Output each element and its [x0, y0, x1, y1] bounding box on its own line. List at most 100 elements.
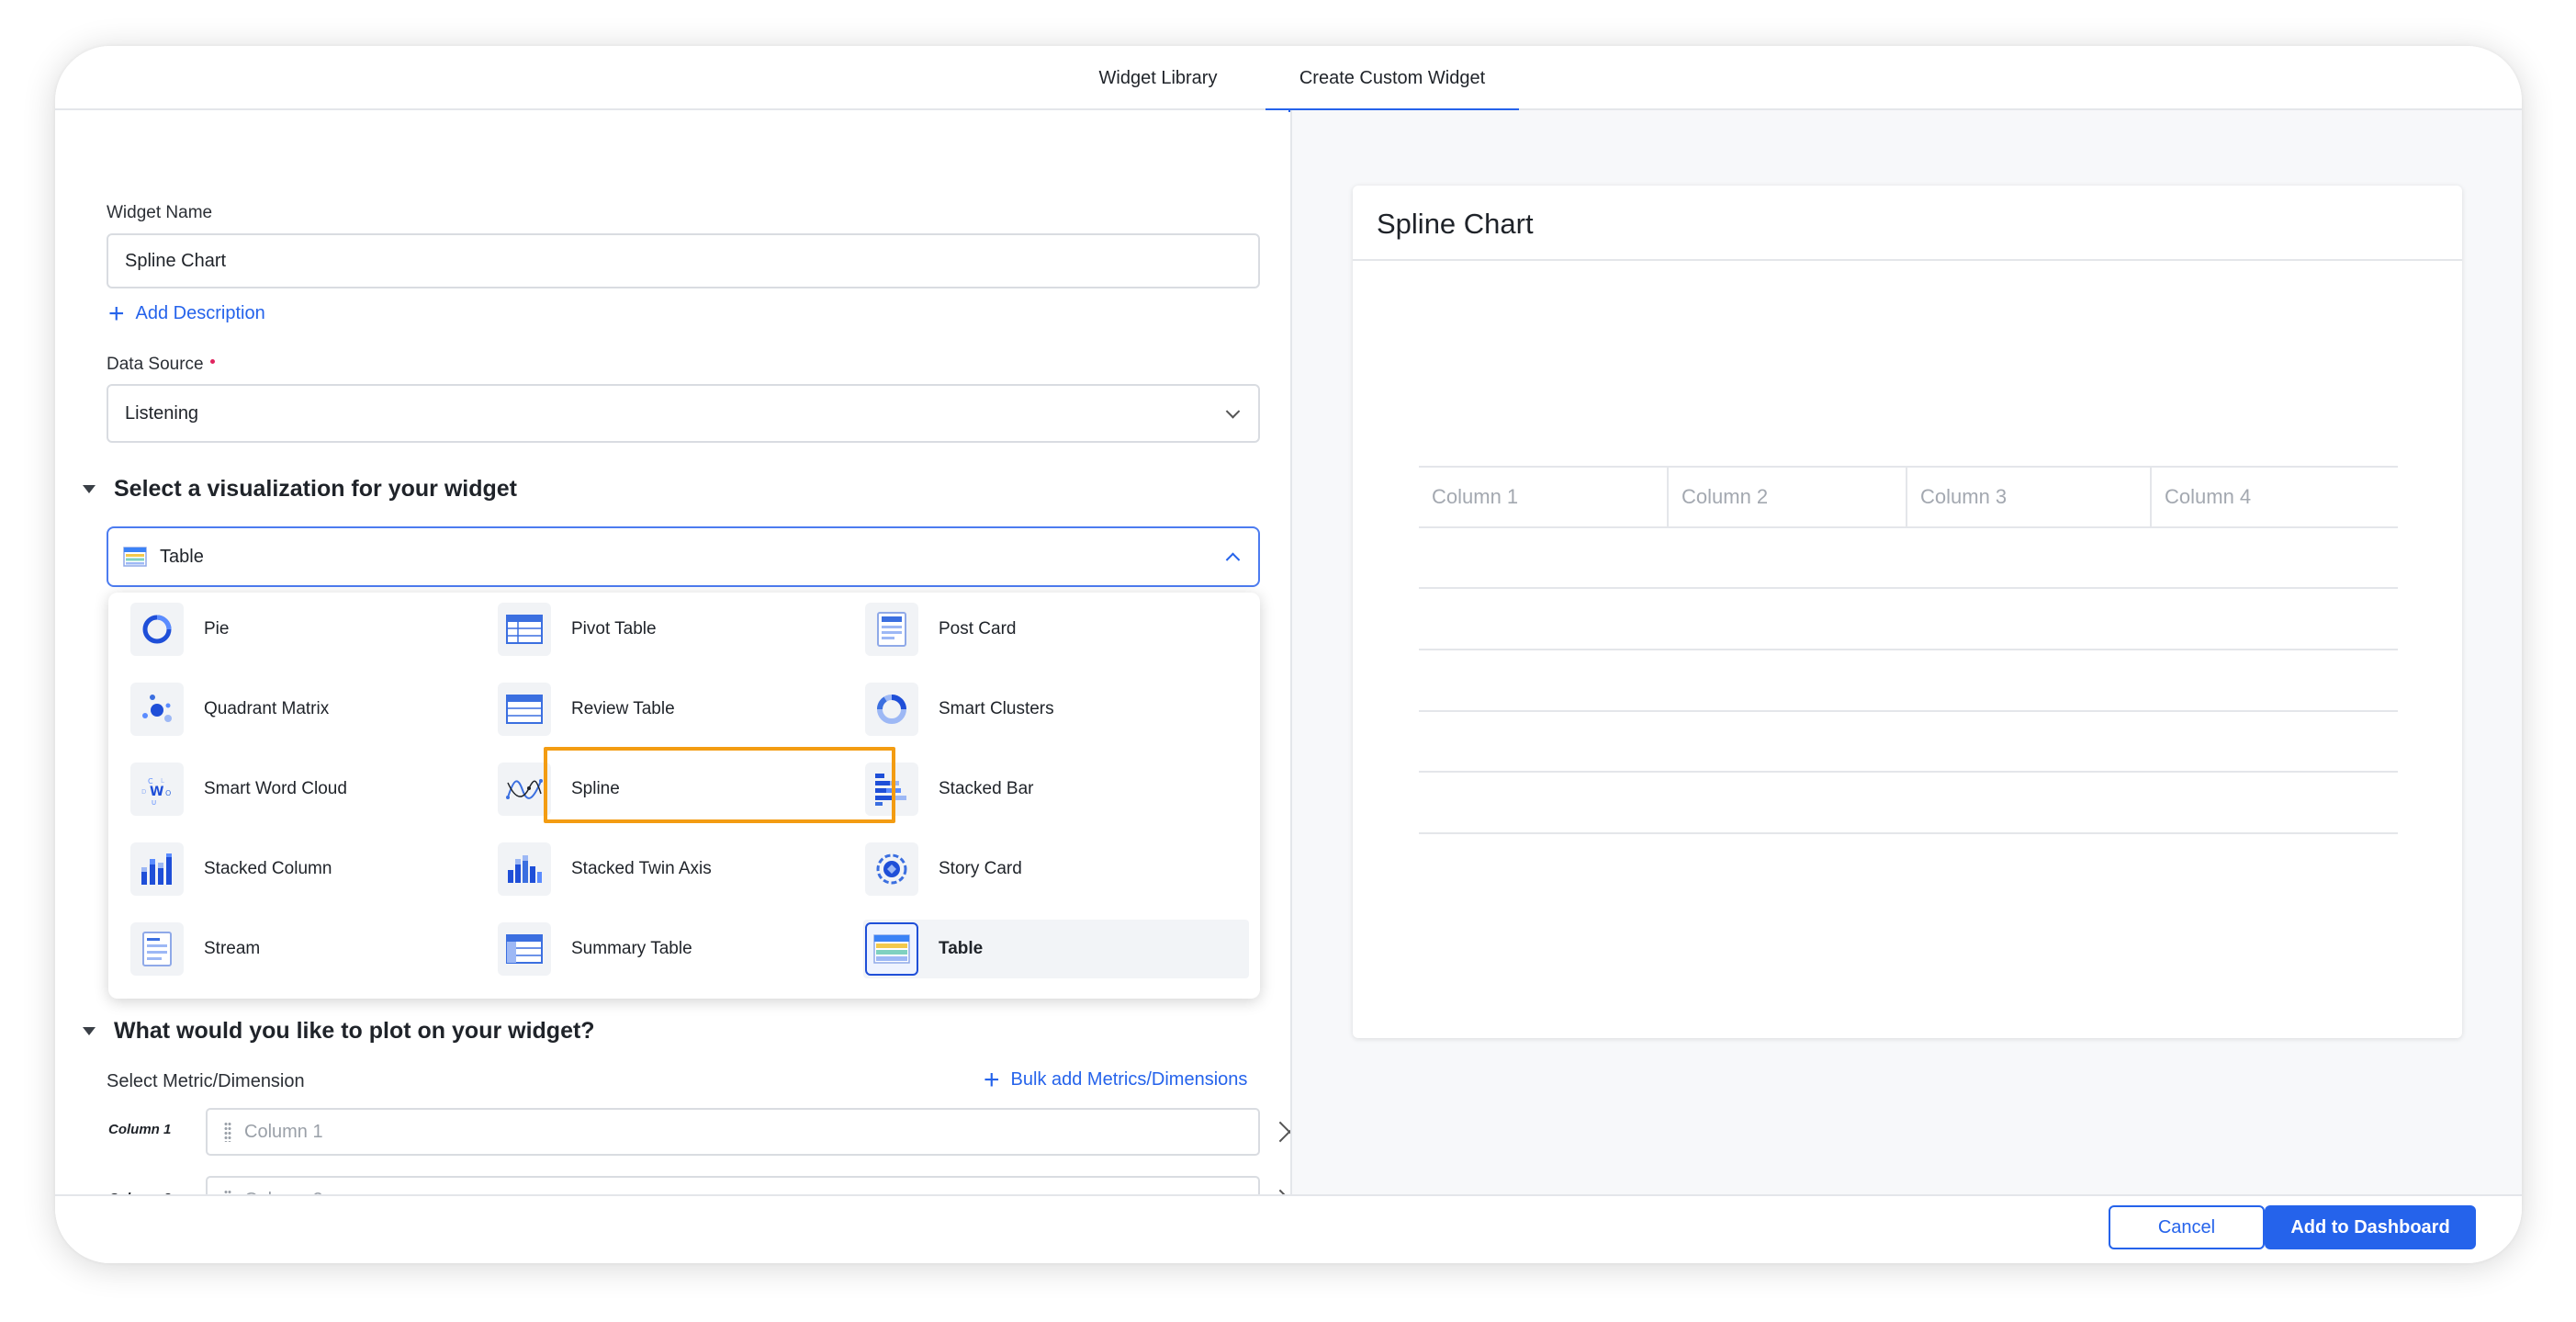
- viz-option-label: Stream: [204, 939, 261, 958]
- plot-section-title: What would you like to plot on your widg…: [114, 1018, 595, 1044]
- column-1-input[interactable]: Column 1: [206, 1108, 1260, 1156]
- stacked-column-icon: [130, 842, 184, 896]
- plus-icon: +: [984, 1064, 1000, 1095]
- pivot-table-icon: [498, 603, 551, 656]
- stacked-bar-icon: [865, 763, 918, 816]
- plus-icon: +: [108, 298, 125, 329]
- viz-option-smart-clusters[interactable]: Smart Clusters: [863, 680, 1258, 739]
- viz-option-post-card[interactable]: Post Card: [863, 600, 1258, 659]
- preview-title: Spline Chart: [1377, 208, 1534, 240]
- viz-option-pivot-table[interactable]: Pivot Table: [496, 600, 891, 659]
- visualization-select[interactable]: Table: [107, 526, 1260, 587]
- visualization-selected-value: Table: [160, 546, 204, 567]
- viz-option-label: Story Card: [939, 859, 1022, 878]
- viz-option-summary-table[interactable]: Summary Table: [496, 920, 891, 978]
- table-icon: [865, 922, 918, 976]
- table-row-line: [1419, 771, 2398, 773]
- metric-dimension-label: Select Metric/Dimension: [107, 1071, 305, 1091]
- viz-option-label: Stacked Twin Axis: [571, 859, 712, 878]
- preview-column-header: Column 1: [1432, 485, 1519, 508]
- add-description-label: Add Description: [135, 303, 265, 323]
- viz-option-quadrant-matrix[interactable]: Quadrant Matrix: [129, 680, 523, 739]
- viz-option-label: Table: [939, 939, 984, 958]
- widget-config-panel: Widget Name Spline Chart + Add Descripti…: [55, 110, 1288, 1238]
- column-1-label: Column 1: [108, 1122, 172, 1137]
- quadrant-matrix-icon: [130, 683, 184, 736]
- viz-option-spline[interactable]: Spline: [496, 760, 891, 819]
- viz-option-label: Stacked Bar: [939, 779, 1034, 798]
- viz-option-label: Post Card: [939, 619, 1017, 638]
- bulk-add-label: Bulk add Metrics/Dimensions: [1010, 1069, 1248, 1090]
- plot-section-header[interactable]: What would you like to plot on your widg…: [83, 1018, 595, 1045]
- data-source-select[interactable]: Listening: [107, 384, 1260, 443]
- data-source-label: Data Source: [107, 355, 215, 375]
- chevron-down-icon: [1225, 404, 1241, 419]
- preview-column-header: Column 4: [2165, 485, 2252, 508]
- viz-option-label: Summary Table: [571, 939, 692, 958]
- stacked-twin-axis-icon: [498, 842, 551, 896]
- table-row-line: [1419, 649, 2398, 650]
- svg-text:O: O: [165, 789, 171, 797]
- viz-option-pie[interactable]: Pie: [129, 600, 523, 659]
- preview-divider: [1353, 259, 2462, 261]
- post-card-icon: [865, 603, 918, 656]
- svg-text:U: U: [152, 799, 156, 807]
- data-source-value: Listening: [125, 402, 199, 424]
- data-source-label-text: Data Source: [107, 355, 204, 374]
- visualization-dropdown: Pie Pivot Table Post Card Quadrant Matri…: [108, 593, 1260, 999]
- svg-text:L: L: [161, 777, 164, 785]
- table-row-line: [1419, 587, 2398, 589]
- required-indicator: [209, 359, 215, 365]
- table-row-line: [1419, 526, 2398, 528]
- smart-clusters-icon: [865, 683, 918, 736]
- viz-option-label: Review Table: [571, 699, 675, 718]
- widget-name-value: Spline Chart: [125, 250, 227, 271]
- viz-option-stream[interactable]: Stream: [129, 920, 523, 978]
- bulk-add-link[interactable]: + Bulk add Metrics/Dimensions: [984, 1064, 1248, 1095]
- viz-option-table[interactable]: Table: [863, 920, 1249, 978]
- viz-option-stacked-bar[interactable]: Stacked Bar: [863, 760, 1258, 819]
- viz-option-stacked-twin-axis[interactable]: Stacked Twin Axis: [496, 840, 891, 898]
- caret-down-icon: [83, 485, 96, 493]
- drag-handle-icon[interactable]: [224, 1122, 231, 1142]
- add-to-dashboard-button[interactable]: Add to Dashboard: [2265, 1205, 2476, 1249]
- table-row-line: [1419, 710, 2398, 712]
- story-card-icon: [865, 842, 918, 896]
- viz-option-stacked-column[interactable]: Stacked Column: [129, 840, 523, 898]
- column-1-placeholder: Column 1: [244, 1121, 323, 1142]
- widget-name-input[interactable]: Spline Chart: [107, 233, 1260, 288]
- add-description-link[interactable]: + Add Description: [108, 298, 265, 329]
- word-cloud-icon: CLDWOU: [130, 763, 184, 816]
- review-table-icon: [498, 683, 551, 736]
- custom-widget-dialog: Widget Library Create Custom Widget Widg…: [55, 46, 2522, 1263]
- viz-option-label: Stacked Column: [204, 859, 332, 878]
- viz-option-label: Pivot Table: [571, 619, 657, 638]
- tab-bar: Widget Library Create Custom Widget: [55, 46, 2522, 112]
- widget-preview-card: Spline Chart Column 1 Column 2 Column 3 …: [1353, 186, 2462, 1038]
- viz-option-story-card[interactable]: Story Card: [863, 840, 1258, 898]
- summary-table-icon: [498, 922, 551, 976]
- tab-widget-library[interactable]: Widget Library: [1062, 46, 1254, 110]
- preview-panel: Spline Chart Column 1 Column 2 Column 3 …: [1290, 110, 2522, 1238]
- svg-text:W: W: [150, 785, 163, 799]
- viz-option-review-table[interactable]: Review Table: [496, 680, 891, 739]
- chevron-up-icon: [1225, 552, 1241, 568]
- caret-down-icon: [83, 1027, 96, 1035]
- viz-option-smart-word-cloud[interactable]: CLDWOU Smart Word Cloud: [129, 760, 523, 819]
- viz-option-label: Smart Word Cloud: [204, 779, 347, 798]
- viz-option-label: Quadrant Matrix: [204, 699, 330, 718]
- stream-icon: [130, 922, 184, 976]
- viz-section-title: Select a visualization for your widget: [114, 476, 517, 502]
- table-row-line: [1419, 832, 2398, 834]
- preview-column-header: Column 3: [1920, 485, 2008, 508]
- spline-icon: [498, 763, 551, 816]
- pie-icon: [130, 603, 184, 656]
- viz-section-header[interactable]: Select a visualization for your widget: [83, 476, 517, 503]
- tab-create-custom-widget[interactable]: Create Custom Widget: [1266, 46, 1519, 112]
- table-icon: [123, 547, 147, 567]
- viz-option-label: Spline: [571, 779, 620, 798]
- widget-name-label: Widget Name: [107, 203, 213, 222]
- preview-column-header: Column 2: [1682, 485, 1769, 508]
- cancel-button[interactable]: Cancel: [2109, 1205, 2265, 1249]
- viz-option-label: Smart Clusters: [939, 699, 1054, 718]
